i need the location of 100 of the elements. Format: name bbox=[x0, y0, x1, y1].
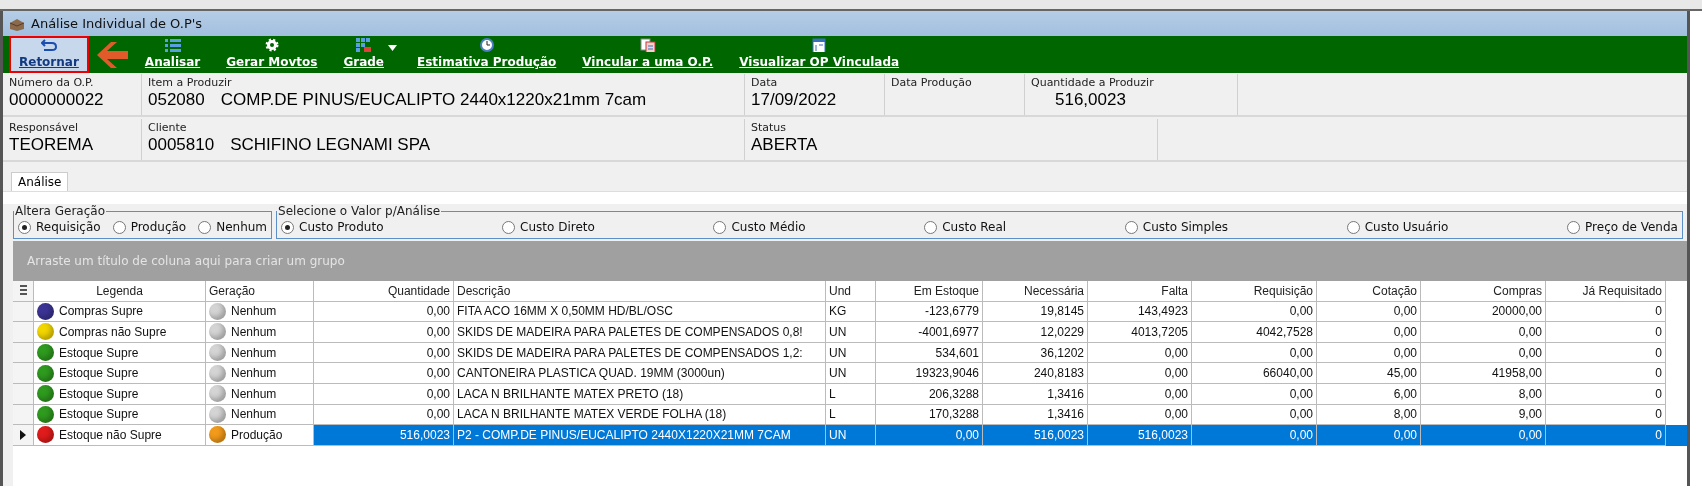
radio-option[interactable]: Preço de Venda bbox=[1567, 220, 1678, 234]
table-row[interactable]: Estoque não Supre Produção 516,0023 P2 - COMP.DE PINUS/EUCALIPTO 2440X1220X21MM 7CAM UN 0,00 516,0023 516,0023 0,00 0,00 0,00 0 bbox=[13, 425, 1687, 446]
toolbar-button[interactable]: Vincular a uma O.P. bbox=[572, 36, 724, 73]
field-label: Data Produção bbox=[891, 76, 973, 89]
cell-text: Nenhum bbox=[231, 345, 277, 360]
cell-text: Compras não Supre bbox=[59, 325, 167, 339]
radio-option[interactable]: Custo Simples bbox=[1124, 220, 1229, 234]
radio-option[interactable]: Produção bbox=[112, 220, 187, 234]
cell-text: 0,00 bbox=[426, 325, 450, 339]
radio-button[interactable] bbox=[502, 220, 516, 234]
cell-text: Nenhum bbox=[231, 407, 277, 422]
column-header[interactable]: Quantidade bbox=[314, 281, 454, 302]
group-hint: Arraste um título de coluna aqui para criar um grupo bbox=[27, 254, 345, 268]
row-indicator bbox=[13, 363, 34, 384]
column-header[interactable]: Geração bbox=[206, 281, 314, 302]
list-icon bbox=[164, 38, 181, 52]
radio-button[interactable] bbox=[198, 220, 212, 234]
cell-text: 0,00 bbox=[426, 407, 450, 422]
radio-option[interactable]: Custo Médio bbox=[713, 220, 806, 234]
cell-text: 4042,7528 bbox=[1256, 325, 1313, 339]
box-icon bbox=[9, 16, 25, 31]
radio-option[interactable]: Custo Direto bbox=[502, 220, 595, 234]
cell-text: 8,00 bbox=[1518, 386, 1542, 401]
radio-button[interactable] bbox=[281, 220, 295, 234]
column-header[interactable]: Descrição bbox=[454, 281, 826, 302]
field-label: Quantidade a Produzir bbox=[1031, 76, 1155, 89]
row-indicator bbox=[13, 383, 34, 405]
radio-button[interactable] bbox=[1346, 220, 1360, 234]
cell-text: 143,4923 bbox=[1137, 304, 1188, 319]
cell-text: 0,00 bbox=[955, 427, 979, 442]
cell-text: UN bbox=[829, 366, 847, 381]
column-header[interactable]: Em Estoque bbox=[876, 281, 983, 302]
column-header[interactable]: Necessária bbox=[983, 281, 1088, 302]
cell-text: 0,00 bbox=[426, 304, 450, 319]
cell-text: 170,3288 bbox=[928, 407, 979, 422]
radio-option[interactable]: Nenhum bbox=[198, 220, 268, 234]
toolbar-button[interactable]: Estimativa Produção bbox=[407, 36, 567, 73]
tab[interactable]: Análise bbox=[11, 172, 69, 191]
cell-text: 0,00 bbox=[1393, 427, 1417, 442]
window-title: Análise Individual de O.P's bbox=[31, 16, 203, 31]
cell-text: Nenhum bbox=[231, 325, 277, 339]
cell-text: CANTONEIRA PLASTICA QUAD. 19MM (3000un) bbox=[457, 366, 725, 381]
cell-text: 1,3416 bbox=[1047, 407, 1084, 422]
cell-text: 0,00 bbox=[1164, 366, 1188, 381]
cell-text: 0,00 bbox=[1289, 427, 1313, 442]
cell-text: UN bbox=[829, 325, 847, 339]
cell-text: 206,3288 bbox=[928, 386, 979, 401]
cell-text: 19323,9046 bbox=[915, 366, 979, 381]
cell-text: 0 bbox=[1655, 407, 1662, 422]
radio-button[interactable] bbox=[713, 220, 727, 234]
column-header[interactable]: Compras bbox=[1421, 281, 1546, 302]
column-header[interactable]: Legenda bbox=[34, 281, 206, 302]
cell-text: 41958,00 bbox=[1491, 366, 1542, 381]
toolbar-button[interactable]: Analisar bbox=[134, 36, 211, 73]
toolbar-button[interactable]: Gerar Movtos bbox=[216, 36, 328, 73]
cell-text: P2 - COMP.DE PINUS/EUCALIPTO 2440X1220X21MM 7CAM bbox=[457, 427, 791, 442]
cell-text: FITA ACO 16MM X 0,50MM HD/BL/OSC bbox=[457, 304, 673, 319]
cell-text: LACA N BRILHANTE MATEX PRETO (18) bbox=[457, 386, 684, 401]
cell-text: Estoque Supre bbox=[59, 345, 139, 360]
column-header[interactable]: Cotação bbox=[1317, 281, 1421, 302]
radio-button[interactable] bbox=[112, 220, 126, 234]
document-icon bbox=[812, 38, 827, 52]
radio-option[interactable]: Custo Produto bbox=[281, 220, 384, 234]
row-indicator bbox=[13, 342, 34, 364]
radio-option[interactable]: Custo Real bbox=[924, 220, 1007, 234]
radio-option[interactable]: Custo Usuário bbox=[1346, 220, 1449, 234]
column-header[interactable]: Requisição bbox=[1192, 281, 1317, 302]
cell-text: Nenhum bbox=[231, 304, 277, 319]
cell-text: UN bbox=[829, 427, 847, 442]
toolbar-button[interactable]: Grade bbox=[333, 36, 394, 73]
toolbar-button[interactable]: Visualizar OP Vinculada bbox=[729, 36, 910, 73]
cell-text: 19,8145 bbox=[1040, 304, 1084, 319]
field-label: Data bbox=[751, 76, 779, 89]
cell-text: LACA N BRILHANTE MATEX VERDE FOLHA (18) bbox=[457, 407, 727, 422]
cell-text: 0,00 bbox=[1518, 427, 1542, 442]
field-value: SCHIFINO LEGNAMI SPA bbox=[230, 135, 431, 155]
cell-text: 0 bbox=[1655, 386, 1662, 401]
cell-text: Estoque Supre bbox=[59, 386, 139, 401]
cell-text: Nenhum bbox=[231, 386, 277, 401]
cell-text: 36,1202 bbox=[1040, 345, 1084, 360]
radio-button[interactable] bbox=[1124, 220, 1138, 234]
field-label: Status bbox=[751, 121, 788, 134]
caret-icon[interactable] bbox=[388, 44, 397, 51]
cell-text: 0,00 bbox=[1393, 325, 1417, 339]
radio-button[interactable] bbox=[1567, 220, 1581, 234]
radio-option[interactable]: Requisição bbox=[18, 220, 101, 234]
column-header[interactable]: Und bbox=[826, 281, 876, 302]
column-chooser-icon[interactable] bbox=[19, 285, 27, 297]
toolbar-button[interactable]: Retornar bbox=[9, 36, 89, 73]
radio-button[interactable] bbox=[18, 220, 31, 234]
cell-text: 516,0023 bbox=[1033, 427, 1084, 442]
cell-text: L bbox=[829, 386, 836, 401]
cell-text: 0,00 bbox=[426, 386, 450, 401]
cell-text: 12,0229 bbox=[1040, 325, 1084, 339]
cell-text: 66040,00 bbox=[1262, 366, 1313, 381]
radio-button[interactable] bbox=[924, 220, 938, 234]
column-header[interactable]: Falta bbox=[1088, 281, 1192, 302]
cell-text: 45,00 bbox=[1386, 366, 1417, 381]
column-header[interactable]: Já Requisitado bbox=[1546, 281, 1666, 302]
cell-text: L bbox=[829, 407, 836, 422]
